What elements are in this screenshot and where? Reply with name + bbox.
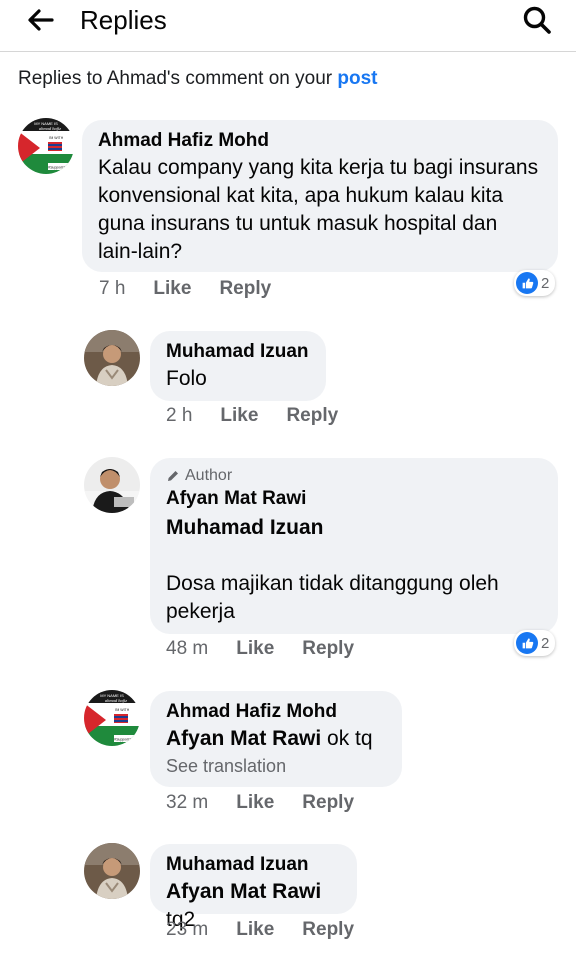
top-bar: Replies: [0, 0, 576, 52]
reply-button[interactable]: Reply: [219, 278, 271, 300]
reaction-count: 2: [541, 274, 550, 292]
avatar[interactable]: [84, 457, 140, 513]
reply-author[interactable]: Muhamad Izuan: [166, 852, 341, 878]
reaction-count: 2: [541, 634, 550, 652]
reply-text: Folo: [166, 367, 207, 390]
reply-mention[interactable]: Muhamad Izuan: [166, 514, 542, 542]
back-arrow-icon: [28, 9, 54, 31]
see-translation-link[interactable]: See translation: [166, 753, 386, 779]
svg-text:ahmad hafiz: ahmad hafiz: [105, 698, 127, 703]
avatar[interactable]: MY NAME IS ahmad hafiz I'M WITH #Support…: [84, 690, 140, 746]
like-button[interactable]: Like: [236, 638, 274, 660]
context-text: Replies to Ahmad's comment on your: [18, 68, 338, 89]
avatar[interactable]: [84, 843, 140, 899]
reply-bubble[interactable]: Muhamad Izuan Afyan Mat Rawi tq2: [150, 844, 357, 931]
reply-author[interactable]: Muhamad Izuan: [166, 339, 310, 365]
reply-button[interactable]: Reply: [286, 405, 338, 427]
like-button[interactable]: Like: [153, 278, 191, 300]
comment-actions: 7 h Like Reply: [99, 278, 271, 300]
reply-context: Replies to Ahmad's comment on your post: [18, 68, 378, 90]
reply-mention[interactable]: Afyan Mat Rawi: [166, 880, 321, 903]
palestine-flag-avatar-icon: MY NAME IS ahmad hafiz I'M WITH #Support…: [18, 118, 74, 174]
reply-bubble[interactable]: Ahmad Hafiz Mohd Afyan Mat Rawi ok tq Se…: [150, 691, 402, 787]
svg-text:I'M WITH: I'M WITH: [115, 708, 130, 712]
like-button[interactable]: Like: [236, 792, 274, 814]
reply-time: 2 h: [166, 405, 193, 426]
svg-text:#SupportGAZA: #SupportGAZA: [114, 738, 138, 742]
reply-bubble[interactable]: Author Afyan Mat Rawi Muhamad Izuan Dosa…: [150, 458, 558, 634]
svg-text:ahmad hafiz: ahmad hafiz: [39, 126, 61, 131]
comment-bubble[interactable]: Ahmad Hafiz Mohd Kalau company yang kita…: [82, 120, 558, 272]
reply-actions: 2 h Like Reply: [166, 405, 338, 427]
search-icon: [523, 6, 551, 34]
thumbs-up-icon: [516, 632, 538, 654]
reply-mention[interactable]: Afyan Mat Rawi: [166, 727, 321, 750]
reply-button[interactable]: Reply: [302, 638, 354, 660]
reply-button[interactable]: Reply: [302, 919, 354, 941]
person-photo-avatar-icon: [84, 330, 140, 386]
comment-author[interactable]: Ahmad Hafiz Mohd: [98, 128, 542, 154]
svg-text:#SupportGAZA: #SupportGAZA: [48, 166, 72, 170]
reply-time: 23 m: [166, 919, 209, 940]
reply-author[interactable]: Afyan Mat Rawi: [166, 486, 542, 512]
reaction-badge[interactable]: 2: [514, 630, 556, 656]
reply-actions: 23 m Like Reply: [166, 919, 354, 941]
reply-time: 48 m: [166, 638, 209, 659]
author-tag-label: Author: [185, 467, 233, 484]
comment-time: 7 h: [99, 278, 126, 299]
palestine-flag-avatar-icon: MY NAME IS ahmad hafiz I'M WITH #Support…: [84, 690, 140, 746]
search-button[interactable]: [520, 4, 554, 36]
thumbs-up-icon: [516, 272, 538, 294]
page-title: Replies: [80, 5, 167, 35]
reply-text: Dosa majikan tidak ditanggung oleh peker…: [166, 572, 499, 623]
reply-time: 32 m: [166, 792, 209, 813]
avatar[interactable]: [84, 330, 140, 386]
like-button[interactable]: Like: [220, 405, 258, 427]
like-button[interactable]: Like: [236, 919, 274, 941]
person-photo-avatar-icon: [84, 843, 140, 899]
avatar[interactable]: MY NAME IS ahmad hafiz I'M WITH #Support…: [18, 118, 74, 174]
author-badge: Author: [166, 466, 542, 486]
reply-actions: 48 m Like Reply: [166, 638, 354, 660]
comment-text: Kalau company yang kita kerja tu bagi in…: [98, 156, 539, 263]
reply-actions: 32 m Like Reply: [166, 792, 354, 814]
reply-author[interactable]: Ahmad Hafiz Mohd: [166, 699, 386, 725]
back-button[interactable]: [22, 6, 58, 34]
person-photo-avatar-icon: [84, 457, 140, 513]
reply-text: ok tq: [327, 727, 373, 750]
post-link[interactable]: post: [337, 68, 377, 89]
svg-text:I'M WITH: I'M WITH: [49, 136, 64, 140]
reaction-badge[interactable]: 2: [514, 270, 556, 296]
reply-button[interactable]: Reply: [302, 792, 354, 814]
pencil-icon: [168, 471, 178, 481]
reply-bubble[interactable]: Muhamad Izuan Folo: [150, 331, 326, 401]
